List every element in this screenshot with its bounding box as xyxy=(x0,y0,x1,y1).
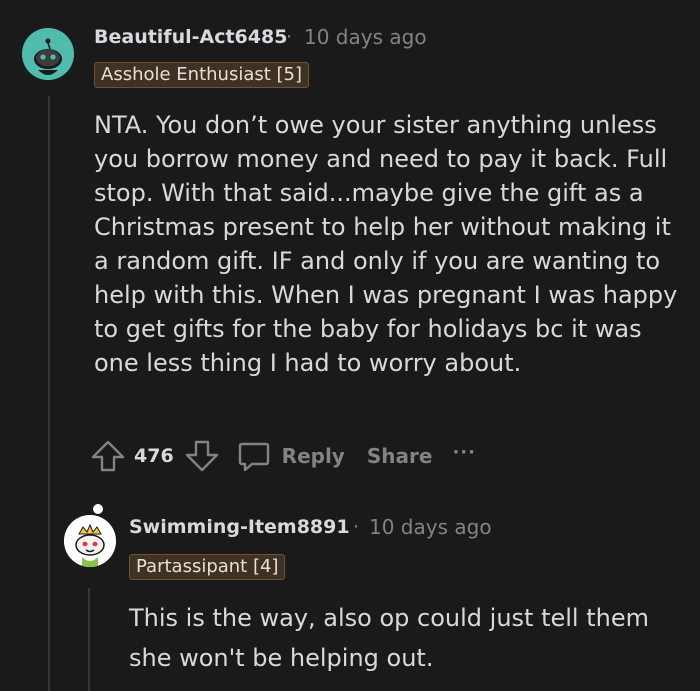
username[interactable]: Beautiful-Act6485 xyxy=(94,26,287,48)
upvote-button[interactable] xyxy=(88,436,128,476)
separator-dot: · xyxy=(286,26,293,48)
snoo-avatar-icon xyxy=(22,28,74,80)
separator-dot: · xyxy=(353,516,360,538)
snoo-avatar-icon xyxy=(64,515,116,567)
thread-line-1[interactable] xyxy=(48,96,50,691)
reply-label: Reply xyxy=(281,444,345,468)
username[interactable]: Swimming-Item8891 xyxy=(129,516,350,538)
timestamp[interactable]: 10 days ago xyxy=(304,25,427,49)
avatar[interactable] xyxy=(64,515,116,567)
comment-thread: Beautiful-Act6485 · 10 days ago Asshole … xyxy=(0,0,700,691)
comment-body: This is the way, also op could just tell… xyxy=(129,604,649,672)
timestamp[interactable]: 10 days ago xyxy=(369,515,492,539)
downvote-button[interactable] xyxy=(182,436,222,476)
user-flair: Asshole Enthusiast [5] xyxy=(94,62,310,88)
vote-count: 476 xyxy=(134,445,174,467)
upvote-icon xyxy=(91,440,125,472)
share-button[interactable]: Share xyxy=(367,444,433,468)
more-options-icon[interactable]: ··· xyxy=(452,442,476,463)
downvote-icon xyxy=(185,440,218,472)
thread-line-2[interactable] xyxy=(88,588,90,691)
comment-body: NTA. You don’t owe your sister anything … xyxy=(94,111,678,377)
comment-actions: 476 Reply Share ··· xyxy=(88,436,476,476)
indicator-icon xyxy=(93,504,103,514)
avatar[interactable] xyxy=(22,28,74,80)
comment-icon xyxy=(238,442,269,472)
reply-button[interactable]: Reply xyxy=(236,438,345,474)
user-flair: Partassipant [4] xyxy=(129,554,286,580)
